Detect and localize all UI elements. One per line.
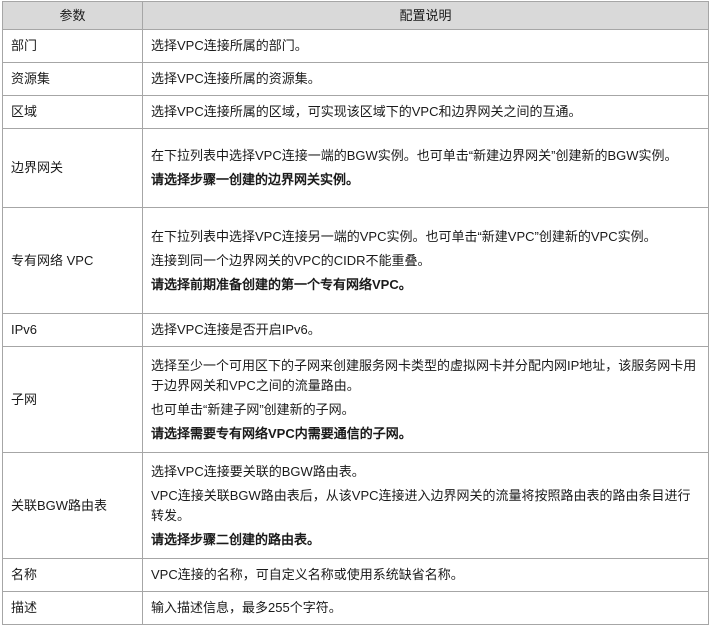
- desc-cell: 选择VPC连接所属的部门。: [142, 29, 709, 63]
- desc-cell: 选择VPC连接要关联的BGW路由表。 VPC连接关联BGW路由表后，从该VPC连接…: [142, 452, 709, 559]
- desc-cell: 选择VPC连接是否开启IPv6。: [142, 313, 709, 347]
- desc-note-bold: 请选择步骤二创建的路由表。: [151, 531, 321, 547]
- table-row: 部门 选择VPC连接所属的部门。: [2, 29, 709, 63]
- table-row: 专有网络 VPC 在下拉列表中选择VPC连接另一端的VPC实例。也可单击“新建VP…: [2, 207, 709, 314]
- table-row: 边界网关 在下拉列表中选择VPC连接一端的BGW实例。也可单击“新建边界网关”创建…: [2, 128, 709, 208]
- table-row: 关联BGW路由表 选择VPC连接要关联的BGW路由表。 VPC连接关联BGW路由表后…: [2, 452, 709, 559]
- desc-line: 选择VPC连接所属的部门。: [151, 38, 308, 53]
- desc-line: 在下拉列表中选择VPC连接另一端的VPC实例。也可单击“新建VPC”创建新的VP…: [151, 228, 657, 244]
- desc-line: 选择VPC连接所属的区域，可实现该区域下的VPC和边界网关之间的互通。: [151, 104, 582, 119]
- config-table: 参数 配置说明 部门 选择VPC连接所属的部门。 资源集 选择VPC连接所属的资源集。…: [2, 1, 709, 625]
- param-cell: 子网: [2, 346, 143, 453]
- desc-line: 选择VPC连接所属的资源集。: [151, 71, 321, 86]
- param-cell: IPv6: [2, 313, 143, 347]
- desc-cell: VPC连接的名称，可自定义名称或使用系统缺省名称。: [142, 558, 709, 592]
- header-desc: 配置说明: [142, 1, 709, 30]
- table-body: 部门 选择VPC连接所属的部门。 资源集 选择VPC连接所属的资源集。 区域 选择VPC连…: [2, 29, 709, 625]
- param-cell: 部门: [2, 29, 143, 63]
- param-cell: 名称: [2, 558, 143, 592]
- desc-cell: 输入描述信息，最多255个字符。: [142, 591, 709, 625]
- desc-cell: 在下拉列表中选择VPC连接一端的BGW实例。也可单击“新建边界网关”创建新的BG…: [142, 128, 709, 208]
- param-cell: 边界网关: [2, 128, 143, 208]
- table-row: 区域 选择VPC连接所属的区域，可实现该区域下的VPC和边界网关之间的互通。: [2, 95, 709, 129]
- param-cell: 资源集: [2, 62, 143, 96]
- desc-line: 在下拉列表中选择VPC连接一端的BGW实例。也可单击“新建边界网关”创建新的BG…: [151, 148, 678, 163]
- desc-cell: 在下拉列表中选择VPC连接另一端的VPC实例。也可单击“新建VPC”创建新的VP…: [142, 207, 709, 314]
- desc-line: 选择至少一个可用区下的子网来创建服务网卡类型的虚拟网卡并分配内网IP地址，该服务…: [151, 357, 697, 393]
- desc-cell: 选择VPC连接所属的资源集。: [142, 62, 709, 96]
- desc-note-bold: 请选择前期准备创建的第一个专有网络VPC。: [151, 276, 412, 292]
- table-row: 名称 VPC连接的名称，可自定义名称或使用系统缺省名称。: [2, 558, 709, 592]
- desc-cell: 选择至少一个可用区下的子网来创建服务网卡类型的虚拟网卡并分配内网IP地址，该服务…: [142, 346, 709, 453]
- table-row: 子网 选择至少一个可用区下的子网来创建服务网卡类型的虚拟网卡并分配内网IP地址，该…: [2, 346, 709, 453]
- table-row: 描述 输入描述信息，最多255个字符。: [2, 591, 709, 625]
- header-param: 参数: [2, 1, 143, 30]
- desc-note-bold: 请选择需要专有网络VPC内需要通信的子网。: [151, 425, 412, 441]
- param-cell: 描述: [2, 591, 143, 625]
- param-cell: 区域: [2, 95, 143, 129]
- desc-line: VPC连接的名称，可自定义名称或使用系统缺省名称。: [151, 567, 464, 582]
- desc-line: 也可单击“新建子网”创建新的子网。: [151, 401, 355, 417]
- param-cell: 专有网络 VPC: [2, 207, 143, 314]
- desc-line: 选择VPC连接要关联的BGW路由表。: [151, 463, 365, 479]
- desc-line: 选择VPC连接是否开启IPv6。: [151, 322, 321, 337]
- param-cell: 关联BGW路由表: [2, 452, 143, 559]
- desc-cell: 选择VPC连接所属的区域，可实现该区域下的VPC和边界网关之间的互通。: [142, 95, 709, 129]
- desc-line: 连接到同一个边界网关的VPC的CIDR不能重叠。: [151, 252, 431, 268]
- table-header-row: 参数 配置说明: [2, 1, 709, 30]
- table-row: 资源集 选择VPC连接所属的资源集。: [2, 62, 709, 96]
- desc-line: VPC连接关联BGW路由表后，从该VPC连接进入边界网关的流量将按照路由表的路由…: [151, 487, 691, 523]
- desc-note-bold: 请选择步骤一创建的边界网关实例。: [151, 172, 360, 187]
- desc-line: 输入描述信息，最多255个字符。: [151, 600, 342, 615]
- table-row: IPv6 选择VPC连接是否开启IPv6。: [2, 313, 709, 347]
